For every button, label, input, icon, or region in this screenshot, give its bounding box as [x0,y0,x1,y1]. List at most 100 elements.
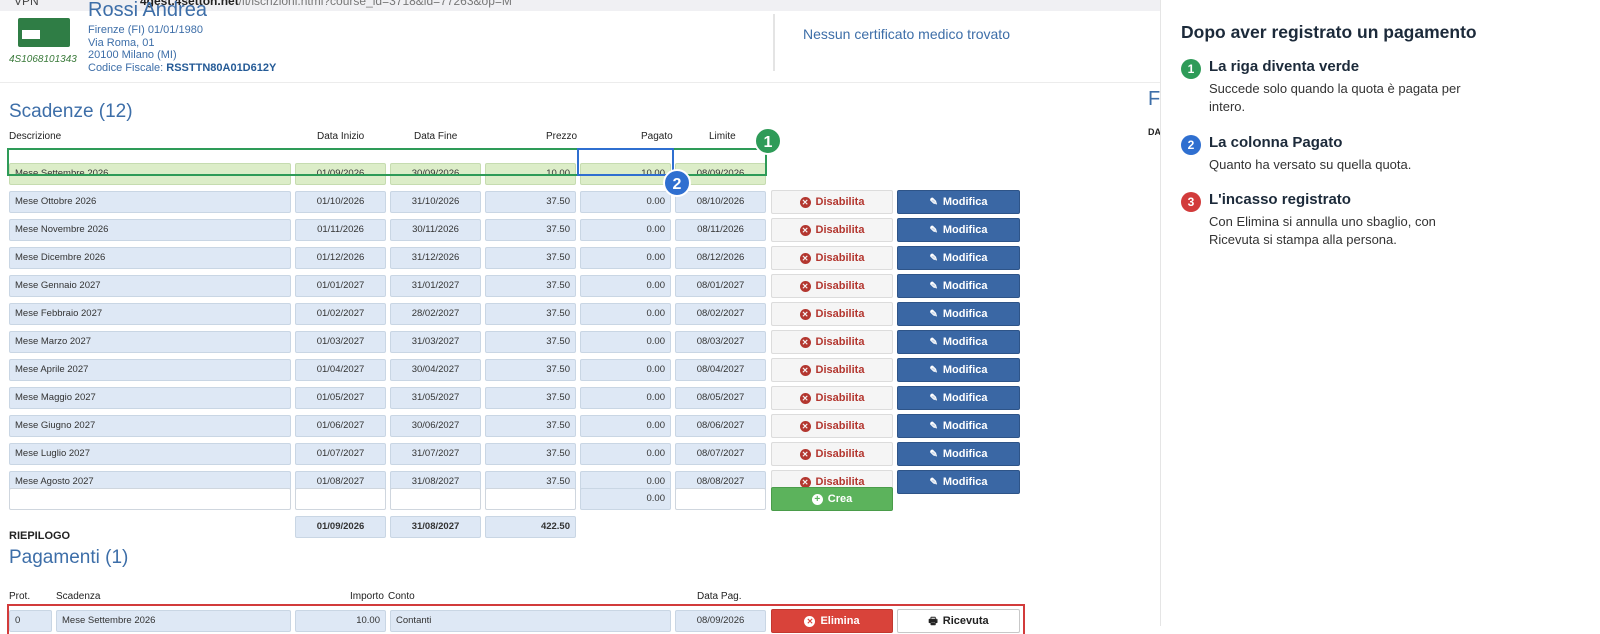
edit-button[interactable]: ✎ Modifica [897,414,1020,438]
disable-button[interactable]: ✕ Disabilita [771,414,893,438]
disable-button[interactable]: ✕ Disabilita [771,386,893,410]
row-start-date[interactable]: 01/03/2027 [295,331,386,353]
callout-badge-1: 1 [754,127,782,155]
row-end-date[interactable]: 31/05/2027 [390,387,481,409]
edit-button[interactable]: ✎ Modifica [897,358,1020,382]
step-text: Quanto ha versato su quella quota. [1209,157,1412,172]
row-description[interactable]: Mese Maggio 2027 [9,387,291,409]
edit-button-label: Modifica [942,308,988,320]
pencil-icon: ✎ [929,365,938,376]
row-price[interactable]: 37.50 [485,247,576,269]
row-end-date[interactable]: 31/12/2026 [390,247,481,269]
member-address-line1: Via Roma, 01 [88,36,155,49]
disable-button[interactable]: ✕ Disabilita [771,330,893,354]
row-description[interactable]: Mese Dicembre 2026 [9,247,291,269]
row-description[interactable]: Mese Aprile 2027 [9,359,291,381]
row-start-date[interactable]: 01/02/2027 [295,303,386,325]
edit-button[interactable]: ✎ Modifica [897,190,1020,214]
step-title: La colonna Pagato [1209,134,1343,151]
row-start-date[interactable]: 01/10/2026 [295,191,386,213]
row-price[interactable]: 37.50 [485,275,576,297]
row-start-date[interactable]: 01/04/2027 [295,359,386,381]
row-limit[interactable]: 08/07/2027 [675,443,766,465]
create-button[interactable]: + Crea [771,487,893,511]
disable-button[interactable]: ✕ Disabilita [771,358,893,382]
disable-button-label: Disabilita [815,392,865,404]
row-description[interactable]: Mese Febbraio 2027 [9,303,291,325]
row-price[interactable]: 37.50 [485,191,576,213]
edit-button-label: Modifica [942,420,988,432]
row-description[interactable]: Mese Novembre 2026 [9,219,291,241]
payment-highlight [7,604,1025,634]
edit-button[interactable]: ✎ Modifica [897,442,1020,466]
row-limit[interactable]: 08/10/2026 [675,191,766,213]
row-end-date[interactable]: 30/04/2027 [390,359,481,381]
row-end-date[interactable]: 31/10/2026 [390,191,481,213]
row-start-date[interactable]: 01/01/2027 [295,275,386,297]
edit-button[interactable]: ✎ Modifica [897,246,1020,270]
times-circle-icon: ✕ [799,421,811,432]
row-start-date[interactable]: 01/05/2027 [295,387,386,409]
row-description[interactable]: Mese Giugno 2027 [9,415,291,437]
row-start-date[interactable]: 01/12/2026 [295,247,386,269]
disable-button-label: Disabilita [815,336,865,348]
row-price[interactable]: 37.50 [485,387,576,409]
new-start-date-input[interactable] [295,488,386,510]
new-end-date-input[interactable] [390,488,481,510]
row-limit[interactable]: 08/06/2027 [675,415,766,437]
row-end-date[interactable]: 31/01/2027 [390,275,481,297]
edit-button[interactable]: ✎ Modifica [897,302,1020,326]
edit-button-label: Modifica [942,224,988,236]
row-end-date[interactable]: 28/02/2027 [390,303,481,325]
plus-circle-icon: + [811,494,823,505]
row-end-date[interactable]: 30/11/2026 [390,219,481,241]
row-price[interactable]: 37.50 [485,443,576,465]
disable-button[interactable]: ✕ Disabilita [771,302,893,326]
help-panel-title: Dopo aver registrato un pagamento [1181,22,1477,42]
col-header-start-date: Data Inizio [317,131,365,142]
row-description[interactable]: Mese Ottobre 2026 [9,191,291,213]
new-limit-input[interactable] [675,488,766,510]
edit-button[interactable]: ✎ Modifica [897,218,1020,242]
edit-button[interactable]: ✎ Modifica [897,386,1020,410]
row-description[interactable]: Mese Marzo 2027 [9,331,291,353]
disable-button[interactable]: ✕ Disabilita [771,218,893,242]
row-limit[interactable]: 08/01/2027 [675,275,766,297]
row-limit[interactable]: 08/03/2027 [675,331,766,353]
new-description-input[interactable] [9,488,291,510]
row-price[interactable]: 37.50 [485,415,576,437]
row-description[interactable]: Mese Gennaio 2027 [9,275,291,297]
pencil-icon: ✎ [929,421,938,432]
row-price[interactable]: 37.50 [485,303,576,325]
edit-button[interactable]: ✎ Modifica [897,330,1020,354]
row-end-date[interactable]: 30/06/2027 [390,415,481,437]
row-end-date[interactable]: 31/07/2027 [390,443,481,465]
disable-button[interactable]: ✕ Disabilita [771,274,893,298]
times-circle-icon: ✕ [799,449,811,460]
row-description[interactable]: Mese Luglio 2027 [9,443,291,465]
disable-button-label: Disabilita [815,196,865,208]
edit-button[interactable]: ✎ Modifica [897,470,1020,494]
vpn-indicator[interactable]: VPN [14,0,39,8]
disable-button[interactable]: ✕ Disabilita [771,246,893,270]
row-start-date[interactable]: 01/07/2027 [295,443,386,465]
registration-page: 4S1068101343 Rossi Andrea Firenze (FI) 0… [0,0,1161,634]
edit-button[interactable]: ✎ Modifica [897,274,1020,298]
row-price[interactable]: 37.50 [485,219,576,241]
divider [0,82,1160,83]
row-limit[interactable]: 08/12/2026 [675,247,766,269]
disable-button-label: Disabilita [815,280,865,292]
pencil-icon: ✎ [929,225,938,236]
row-start-date[interactable]: 01/11/2026 [295,219,386,241]
row-limit[interactable]: 08/11/2026 [675,219,766,241]
row-limit[interactable]: 08/05/2027 [675,387,766,409]
row-price[interactable]: 37.50 [485,331,576,353]
row-limit[interactable]: 08/02/2027 [675,303,766,325]
disable-button[interactable]: ✕ Disabilita [771,190,893,214]
disable-button[interactable]: ✕ Disabilita [771,442,893,466]
row-limit[interactable]: 08/04/2027 [675,359,766,381]
row-start-date[interactable]: 01/06/2027 [295,415,386,437]
row-price[interactable]: 37.50 [485,359,576,381]
new-price-input[interactable] [485,488,576,510]
row-end-date[interactable]: 31/03/2027 [390,331,481,353]
